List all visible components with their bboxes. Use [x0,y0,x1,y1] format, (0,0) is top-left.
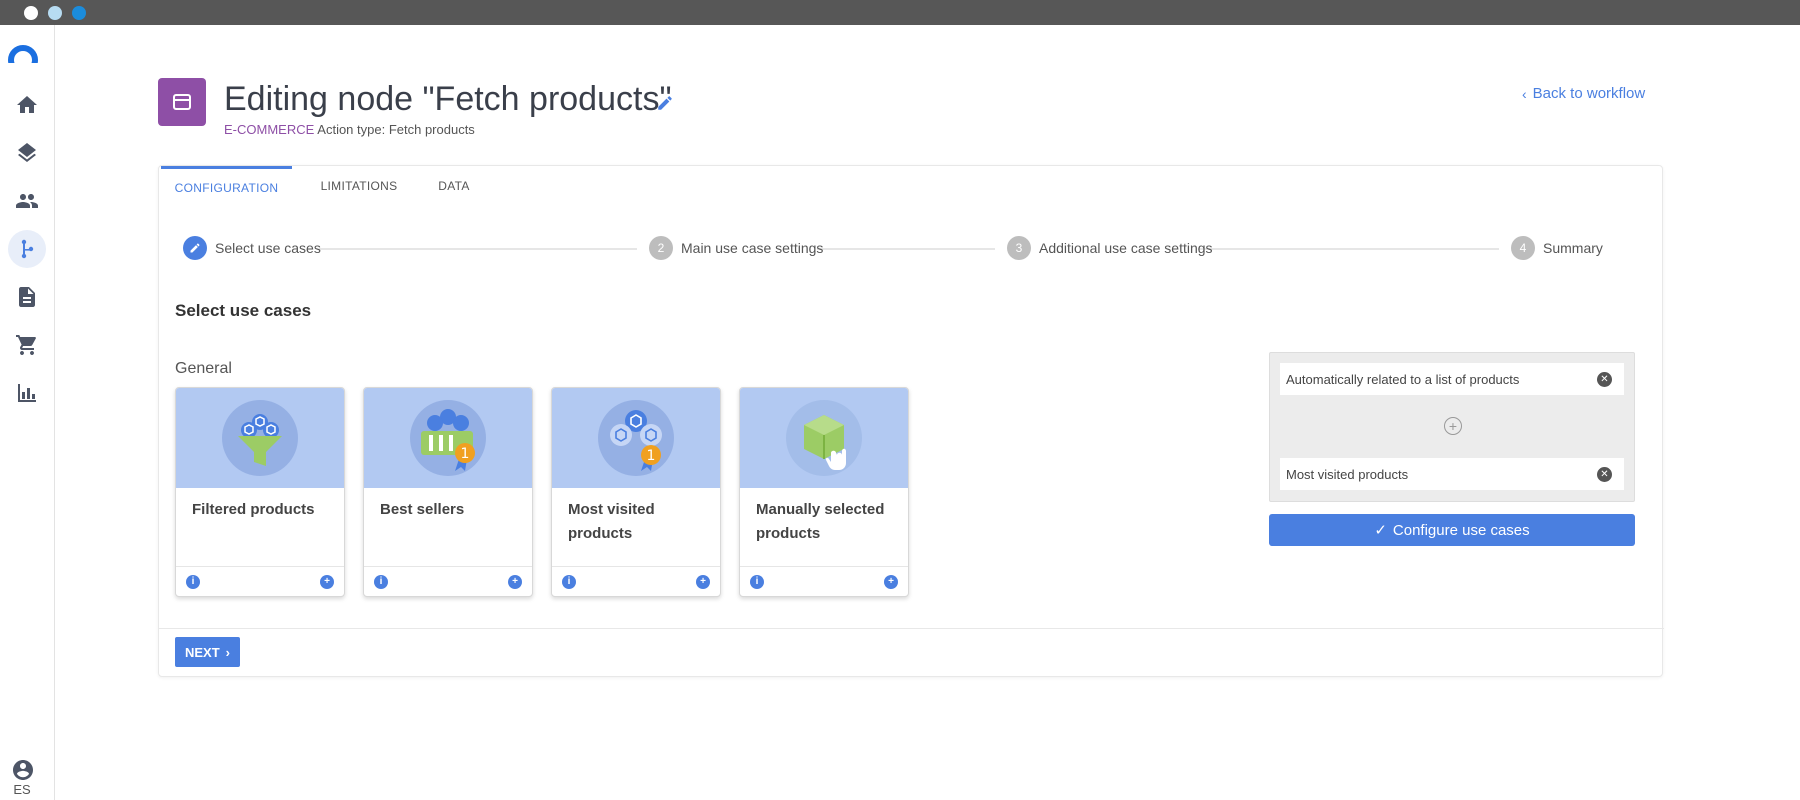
page-title: Editing node "Fetch products" [224,80,672,118]
document-icon [19,287,35,307]
next-button[interactable]: NEXT › [175,637,240,667]
add-use-case-icon[interactable]: + [1444,417,1462,435]
category-label: E-COMMERCE [224,122,315,137]
back-to-workflow-link[interactable]: ‹ Back to workflow [1522,85,1645,102]
use-case-card-best-sellers[interactable]: 1 Best sellers i + [363,387,533,597]
award-badge: 1 [647,448,656,464]
sidebar: ES [0,25,55,800]
step-main-settings[interactable]: 2 Main use case settings [649,236,823,260]
selected-use-case-item[interactable]: Automatically related to a list of produ… [1280,363,1624,395]
language-indicator[interactable]: ES [0,782,44,797]
window-titlebar [0,0,1800,25]
sidebar-item-users[interactable] [8,182,46,220]
workflow-icon [21,239,34,259]
account-icon[interactable] [11,758,35,782]
stepper-connector [817,248,995,250]
card-footer: i + [740,566,908,596]
use-case-label: Most visited products [568,501,655,542]
info-icon[interactable]: i [562,574,576,589]
divider [159,628,1664,629]
filter-illustration-icon [176,388,344,488]
add-icon[interactable]: + [884,574,898,589]
hand-picked-box-illustration-icon [740,388,908,488]
step-number: 4 [1511,236,1535,260]
chevron-left-icon: ‹ [1522,85,1527,102]
remove-icon[interactable]: ✕ [1597,467,1612,482]
step-label: Select use cases [215,240,321,256]
home-icon [17,96,37,113]
use-case-label: Manually selected products [756,501,885,542]
configure-use-cases-button[interactable]: ✓ Configure use cases [1269,514,1635,546]
tab-data[interactable]: DATA [424,166,484,206]
sidebar-item-layers[interactable] [8,134,46,172]
window-close-button[interactable] [24,6,38,20]
use-case-card-filtered-products[interactable]: Filtered products i + [175,387,345,597]
bar-chart-icon [18,384,36,402]
node-type-icon [158,78,206,126]
selected-use-case-item[interactable]: Most visited products ✕ [1280,458,1624,490]
add-icon[interactable]: + [696,574,710,589]
section-title: Select use cases [175,301,312,320]
use-case-label: Filtered products [192,501,315,518]
use-case-label: Best sellers [380,501,465,518]
people-icon [16,194,38,208]
info-icon[interactable]: i [186,574,200,589]
add-icon[interactable]: + [320,574,334,589]
visited-award-illustration-icon: 1 [552,388,720,488]
card-footer: i + [176,566,344,596]
step-label: Additional use case settings [1039,240,1213,256]
selected-use-cases-panel: Automatically related to a list of produ… [1269,352,1635,502]
app-logo[interactable] [8,45,38,63]
use-case-card-manually-selected[interactable]: Manually selected products i + [739,387,909,597]
step-label: Summary [1543,240,1603,256]
step-additional-settings[interactable]: 3 Additional use case settings [1007,236,1213,260]
step-label: Main use case settings [681,240,824,256]
tab-limitations[interactable]: LIMITATIONS [309,166,409,206]
sidebar-item-workflows[interactable] [8,230,46,268]
remove-icon[interactable]: ✕ [1597,372,1612,387]
info-icon[interactable]: i [374,574,388,589]
stepper-connector [1198,248,1499,250]
sidebar-item-shop[interactable] [8,326,46,364]
action-type-label: Action type: Fetch products [317,122,475,137]
sidebar-item-home[interactable] [8,86,46,124]
node-editor-panel: CONFIGURATION LIMITATIONS DATA Select us… [158,165,1664,677]
step-select-use-cases[interactable]: Select use cases [183,236,321,260]
layers-icon [18,143,36,162]
sidebar-item-analytics[interactable] [8,374,46,412]
window-maximize-button[interactable] [72,6,86,20]
card-footer: i + [552,566,720,596]
cart-icon [16,335,36,355]
chevron-right-icon: › [225,644,230,660]
node-subtitle: E-COMMERCE Action type: Fetch products [224,122,475,137]
step-summary[interactable]: 4 Summary [1511,236,1603,260]
tab-configuration[interactable]: CONFIGURATION [161,166,292,206]
step-number: 3 [1007,236,1031,260]
add-icon[interactable]: + [508,574,522,589]
group-label: General [175,360,232,377]
window-minimize-button[interactable] [48,6,62,20]
check-icon: ✓ [1374,522,1387,539]
sidebar-item-documents[interactable] [8,278,46,316]
stepper-connector [319,248,637,250]
basket-award-illustration-icon: 1 [364,388,532,488]
card-footer: i + [364,566,532,596]
edit-title-pencil-icon[interactable] [656,94,674,112]
use-case-card-most-visited[interactable]: 1 Most visited products i + [551,387,721,597]
step-number: 2 [649,236,673,260]
info-icon[interactable]: i [750,574,764,589]
award-badge: 1 [461,446,470,462]
pencil-icon [183,236,207,260]
